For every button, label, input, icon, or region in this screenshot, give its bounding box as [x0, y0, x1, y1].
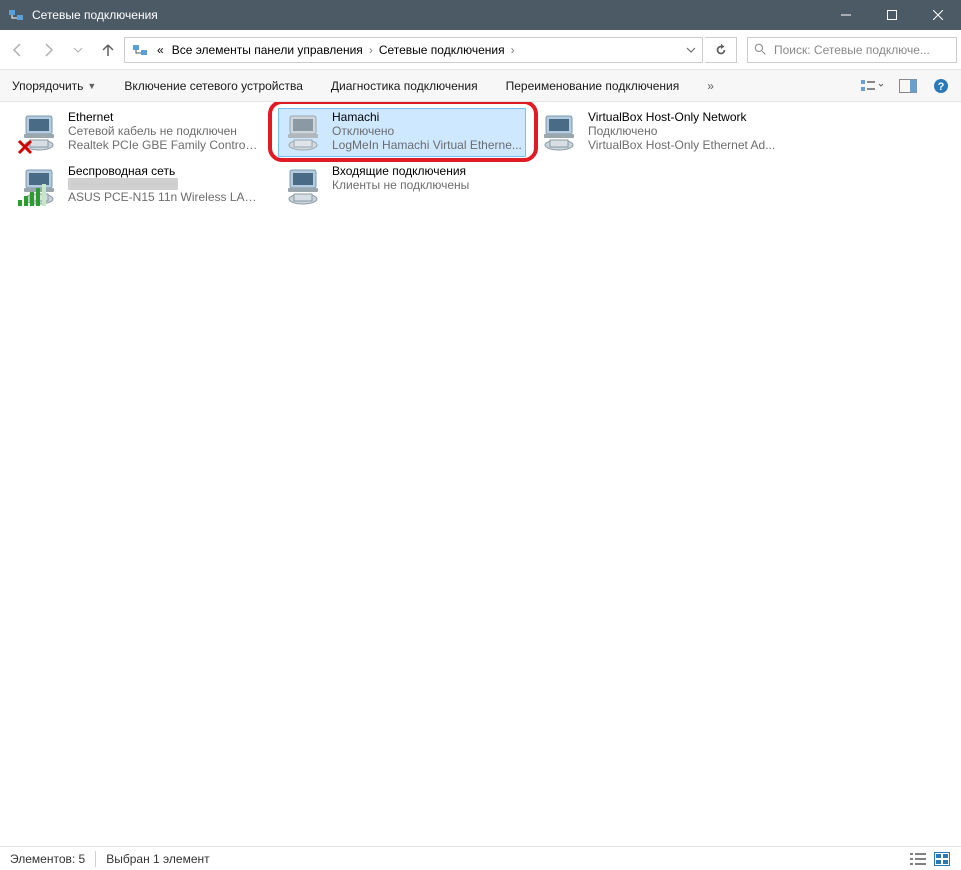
breadcrumb-prefix: « — [153, 43, 168, 57]
connection-device: VirtualBox Host-Only Ethernet Ad... — [588, 138, 778, 152]
maximize-button[interactable] — [869, 0, 915, 30]
address-bar[interactable]: « Все элементы панели управления › Сетев… — [124, 37, 703, 63]
organize-button[interactable]: Упорядочить▼ — [12, 79, 96, 93]
connection-device: ASUS PCE-N15 11n Wireless LAN ... — [68, 190, 258, 204]
connection-name: VirtualBox Host-Only Network — [588, 110, 778, 124]
details-view-button[interactable] — [909, 851, 927, 867]
help-button[interactable]: ? — [933, 78, 949, 94]
navigation-bar: « Все элементы панели управления › Сетев… — [0, 30, 961, 70]
rename-button[interactable]: Переименование подключения — [506, 79, 680, 93]
connection-item-ethernet[interactable]: Ethernet Сетевой кабель не подключен Rea… — [14, 108, 262, 157]
large-icons-view-button[interactable] — [933, 851, 951, 867]
status-bar: Элементов: 5 Выбран 1 элемент — [0, 846, 961, 870]
connection-name: Беспроводная сеть — [68, 164, 258, 178]
minimize-button[interactable] — [823, 0, 869, 30]
up-button[interactable] — [94, 36, 122, 64]
preview-pane-button[interactable] — [899, 79, 917, 93]
connection-device: LogMeIn Hamachi Virtual Etherne... — [332, 138, 522, 152]
connection-status: Клиенты не подключены — [332, 178, 522, 192]
selection-count: Выбран 1 элемент — [106, 852, 209, 866]
enable-device-button[interactable]: Включение сетевого устройства — [124, 79, 303, 93]
connection-status: Сетевой кабель не подключен — [68, 124, 258, 138]
chevron-right-icon[interactable]: › — [509, 43, 517, 57]
adapter-icon — [282, 164, 326, 208]
breadcrumb-item-0[interactable]: Все элементы панели управления — [168, 43, 367, 57]
back-button[interactable] — [4, 36, 32, 64]
adapter-icon — [18, 110, 62, 154]
search-placeholder: Поиск: Сетевые подключе... — [774, 43, 950, 57]
address-history-dropdown[interactable] — [680, 38, 700, 62]
location-icon — [131, 41, 149, 59]
diagnose-button[interactable]: Диагностика подключения — [331, 79, 478, 93]
signal-strength-icon — [18, 184, 46, 206]
connection-item-hamachi[interactable]: Hamachi Отключено LogMeIn Hamachi Virtua… — [278, 108, 526, 157]
overflow-button[interactable]: » — [707, 79, 714, 93]
svg-text:?: ? — [938, 81, 945, 93]
connection-device: Realtek PCIe GBE Family Controller — [68, 138, 258, 152]
connection-name: Ethernet — [68, 110, 258, 124]
window-controls — [823, 0, 961, 30]
app-icon — [8, 7, 24, 23]
item-count: Элементов: 5 — [10, 852, 85, 866]
recent-dropdown[interactable] — [64, 36, 92, 64]
connection-status — [68, 178, 178, 190]
chevron-down-icon: ▼ — [87, 81, 96, 91]
titlebar: Сетевые подключения — [0, 0, 961, 30]
search-icon — [754, 43, 768, 57]
connection-name: Hamachi — [332, 110, 522, 124]
view-options-button[interactable] — [861, 78, 883, 94]
adapter-icon — [538, 110, 582, 154]
window-title: Сетевые подключения — [32, 8, 823, 22]
content-area[interactable]: Ethernet Сетевой кабель не подключен Rea… — [0, 102, 961, 846]
forward-button[interactable] — [34, 36, 62, 64]
error-badge-icon — [16, 138, 34, 156]
connection-status: Отключено — [332, 124, 522, 138]
chevron-right-icon[interactable]: › — [367, 43, 375, 57]
connection-item-incoming[interactable]: Входящие подключения Клиенты не подключе… — [278, 162, 526, 211]
connection-item-virtualbox[interactable]: VirtualBox Host-Only Network Подключено … — [534, 108, 782, 157]
adapter-icon — [18, 164, 62, 208]
breadcrumb-item-1[interactable]: Сетевые подключения — [375, 43, 509, 57]
separator — [95, 851, 96, 867]
connection-name: Входящие подключения — [332, 164, 522, 178]
connection-status: Подключено — [588, 124, 778, 138]
command-toolbar: Упорядочить▼ Включение сетевого устройст… — [0, 70, 961, 102]
close-button[interactable] — [915, 0, 961, 30]
search-input[interactable]: Поиск: Сетевые подключе... — [747, 37, 957, 63]
connection-item-wireless[interactable]: Беспроводная сеть ASUS PCE-N15 11n Wirel… — [14, 162, 262, 211]
refresh-button[interactable] — [705, 37, 737, 63]
adapter-icon — [282, 110, 326, 154]
